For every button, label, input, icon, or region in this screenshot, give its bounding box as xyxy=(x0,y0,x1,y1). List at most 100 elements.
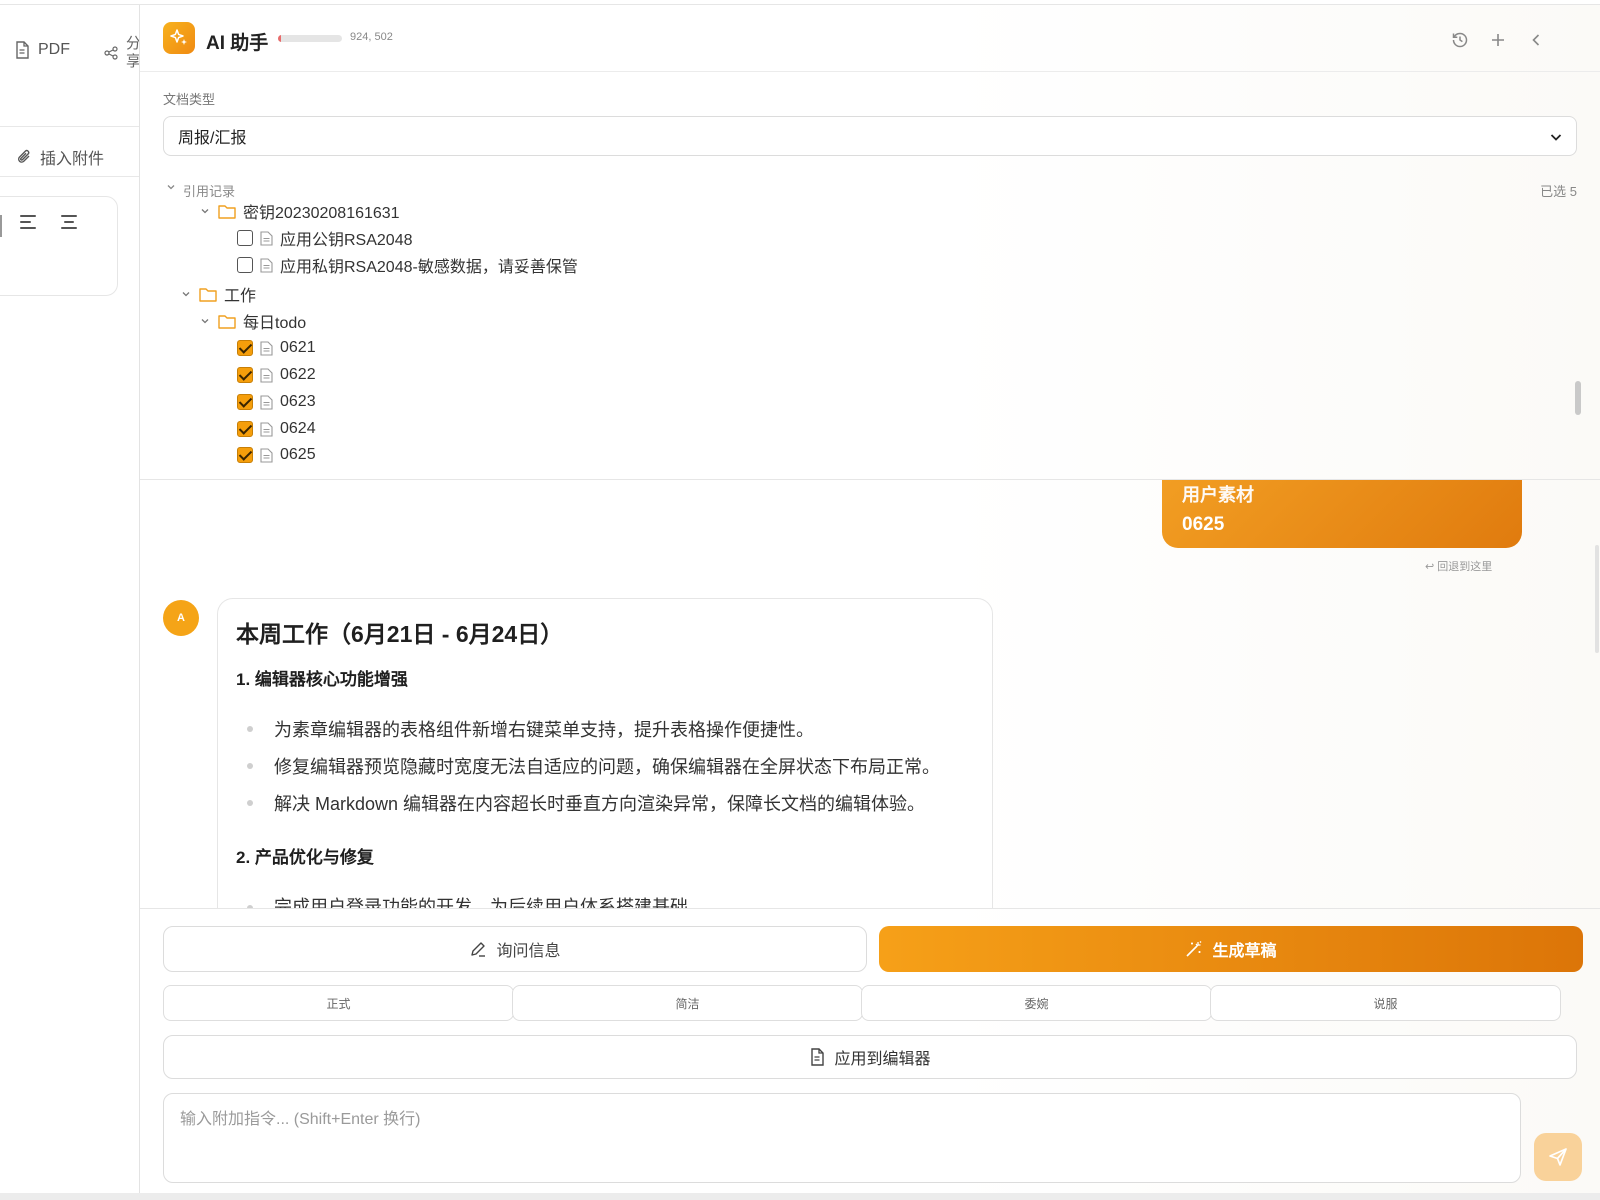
file-checkbox[interactable] xyxy=(237,421,253,437)
insert-attachment-button[interactable]: 插入附件 xyxy=(16,145,104,169)
share-icon xyxy=(104,46,118,60)
tree-file[interactable]: 0624 xyxy=(237,417,316,441)
file-icon xyxy=(260,394,273,410)
tree-file[interactable]: 0623 xyxy=(237,390,316,414)
tree-folder[interactable]: 每日todo xyxy=(199,309,306,333)
ai-bullet: 完成用户登录功能的开发，为后续用户体系搭建基础 xyxy=(274,897,688,908)
file-checkbox[interactable] xyxy=(237,367,253,383)
send-button[interactable] xyxy=(1534,1133,1582,1181)
tree-label: 应用私钥RSA2048-敏感数据，请妥善保管 xyxy=(280,259,578,276)
doc-type-value: 周报/汇报 xyxy=(178,130,247,147)
chat-scrollbar[interactable] xyxy=(1595,545,1599,653)
tree-label: 应用公钥RSA2048 xyxy=(280,232,413,249)
tree-label: 每日todo xyxy=(243,315,307,332)
ai-bullet: 修复编辑器预览隐藏时宽度无法自适应的问题，确保编辑器在全屏状态下布局正常。 xyxy=(274,757,940,777)
apply-to-editor-button[interactable]: 应用到编辑器 xyxy=(163,1035,1577,1079)
attach-label: 插入附件 xyxy=(40,151,105,168)
tone-option[interactable]: 委婉 xyxy=(861,985,1212,1021)
send-icon xyxy=(1549,1148,1567,1166)
tree-file[interactable]: 0622 xyxy=(237,363,316,387)
file-checkbox[interactable] xyxy=(237,257,253,273)
chevron-down-icon xyxy=(199,206,211,216)
user-message-line: 用户素材 xyxy=(1182,485,1254,505)
chevron-down-icon xyxy=(167,185,175,190)
collapse-icon[interactable] xyxy=(1526,30,1546,50)
bullet-dot xyxy=(247,763,253,769)
prompt-input[interactable] xyxy=(163,1093,1521,1183)
ai-title: AI 助手 xyxy=(206,33,269,54)
tree-file[interactable]: 0621 xyxy=(237,336,316,360)
file-icon xyxy=(260,447,273,463)
folder-icon xyxy=(218,204,236,219)
tree-label: 0625 xyxy=(280,446,316,463)
share-button[interactable]: 分享 xyxy=(104,35,140,71)
doc-type-select[interactable]: 周报/汇报 xyxy=(163,116,1577,156)
ai-bullet: 解决 Markdown 编辑器在内容超长时垂直方向渲染异常，保障长文档的编辑体验… xyxy=(274,794,926,814)
magic-wand-icon xyxy=(1186,941,1202,957)
pdf-label: PDF xyxy=(38,41,70,58)
document-icon xyxy=(811,1048,825,1066)
generate-label: 生成草稿 xyxy=(1212,943,1277,960)
chevron-down-icon xyxy=(1550,134,1562,141)
file-icon xyxy=(260,367,273,383)
export-pdf-button[interactable]: PDF xyxy=(14,41,70,59)
tree-label: 0621 xyxy=(280,339,316,356)
ai-bullet: 为素章编辑器的表格组件新增右键菜单支持，提升表格操作便捷性。 xyxy=(274,720,814,740)
history-icon[interactable] xyxy=(1450,30,1470,50)
undo-arrow-icon: ↩ xyxy=(1425,561,1435,573)
file-icon xyxy=(260,421,273,437)
ask-info-button[interactable]: 询问信息 xyxy=(163,926,867,972)
file-checkbox[interactable] xyxy=(237,394,253,410)
format-toolbar-card xyxy=(0,196,118,296)
tree-label: 0624 xyxy=(280,420,316,437)
ai-message-heading: 本周工作（6月21日 - 6月24日） xyxy=(236,621,564,647)
document-icon xyxy=(16,41,29,59)
tree-folder[interactable]: 密钥20230208161631 xyxy=(199,199,400,223)
text-caret xyxy=(0,215,2,237)
file-icon xyxy=(260,257,273,273)
generate-draft-button[interactable]: 生成草稿 xyxy=(879,926,1583,972)
file-icon xyxy=(260,340,273,356)
file-checkbox[interactable] xyxy=(237,230,253,246)
ask-label: 询问信息 xyxy=(496,943,561,960)
chevron-down-icon xyxy=(180,289,192,299)
selected-count: 已选 5 xyxy=(1540,184,1577,199)
user-message-bubble: 用户素材 0625 xyxy=(1162,480,1522,548)
bullet-dot xyxy=(247,800,253,806)
tree-label: 工作 xyxy=(224,288,257,305)
pencil-icon xyxy=(471,942,486,957)
sparkle-logo-icon xyxy=(163,22,195,54)
user-message-line: 0625 xyxy=(1182,514,1225,535)
tree-folder[interactable]: 工作 xyxy=(180,282,256,306)
bullet-dot xyxy=(247,726,253,732)
references-scrollbar[interactable] xyxy=(1575,381,1581,415)
chat-area: 用户素材 0625 ↩ 回退到这里 A 本周工作（6月21日 - 6月24日） … xyxy=(140,480,1600,908)
file-checkbox[interactable] xyxy=(237,447,253,463)
references-header[interactable]: 引用记录 已选 5 xyxy=(163,178,1577,200)
ai-avatar: A xyxy=(163,600,199,636)
ai-section-title: 1. 编辑器核心功能增强 xyxy=(236,670,408,689)
rollback-label: 回退到这里 xyxy=(1437,561,1493,573)
align-center-icon[interactable] xyxy=(61,215,81,233)
share-label: 分享 xyxy=(126,35,140,70)
folder-icon xyxy=(218,314,236,329)
tone-option[interactable]: 正式 xyxy=(163,985,514,1021)
ai-message-bubble: 本周工作（6月21日 - 6月24日） 1. 编辑器核心功能增强 为素章编辑器的… xyxy=(217,598,993,908)
tree-label: 0623 xyxy=(280,393,316,410)
rollback-link[interactable]: ↩ 回退到这里 xyxy=(1425,558,1492,574)
tone-option[interactable]: 说服 xyxy=(1210,985,1561,1021)
file-checkbox[interactable] xyxy=(237,340,253,356)
plus-icon[interactable] xyxy=(1488,30,1508,50)
tree-file[interactable]: 应用公钥RSA2048 xyxy=(237,226,413,250)
apply-label: 应用到编辑器 xyxy=(834,1051,931,1068)
tree-file[interactable]: 0625 xyxy=(237,443,316,467)
align-left-icon[interactable] xyxy=(20,215,40,233)
tree-file[interactable]: 应用私钥RSA2048-敏感数据，请妥善保管 xyxy=(237,253,578,277)
folder-icon xyxy=(199,287,217,302)
ai-assistant-panel: AI 助手 924, 502 文档类型 周报/汇报 引用记录 已选 5 密钥20… xyxy=(140,5,1600,1193)
usage-progress-bar xyxy=(278,35,342,42)
references-label: 引用记录 xyxy=(183,184,236,199)
tone-option[interactable]: 简洁 xyxy=(512,985,863,1021)
doc-type-label: 文档类型 xyxy=(163,92,216,107)
chevron-down-icon xyxy=(199,316,211,326)
